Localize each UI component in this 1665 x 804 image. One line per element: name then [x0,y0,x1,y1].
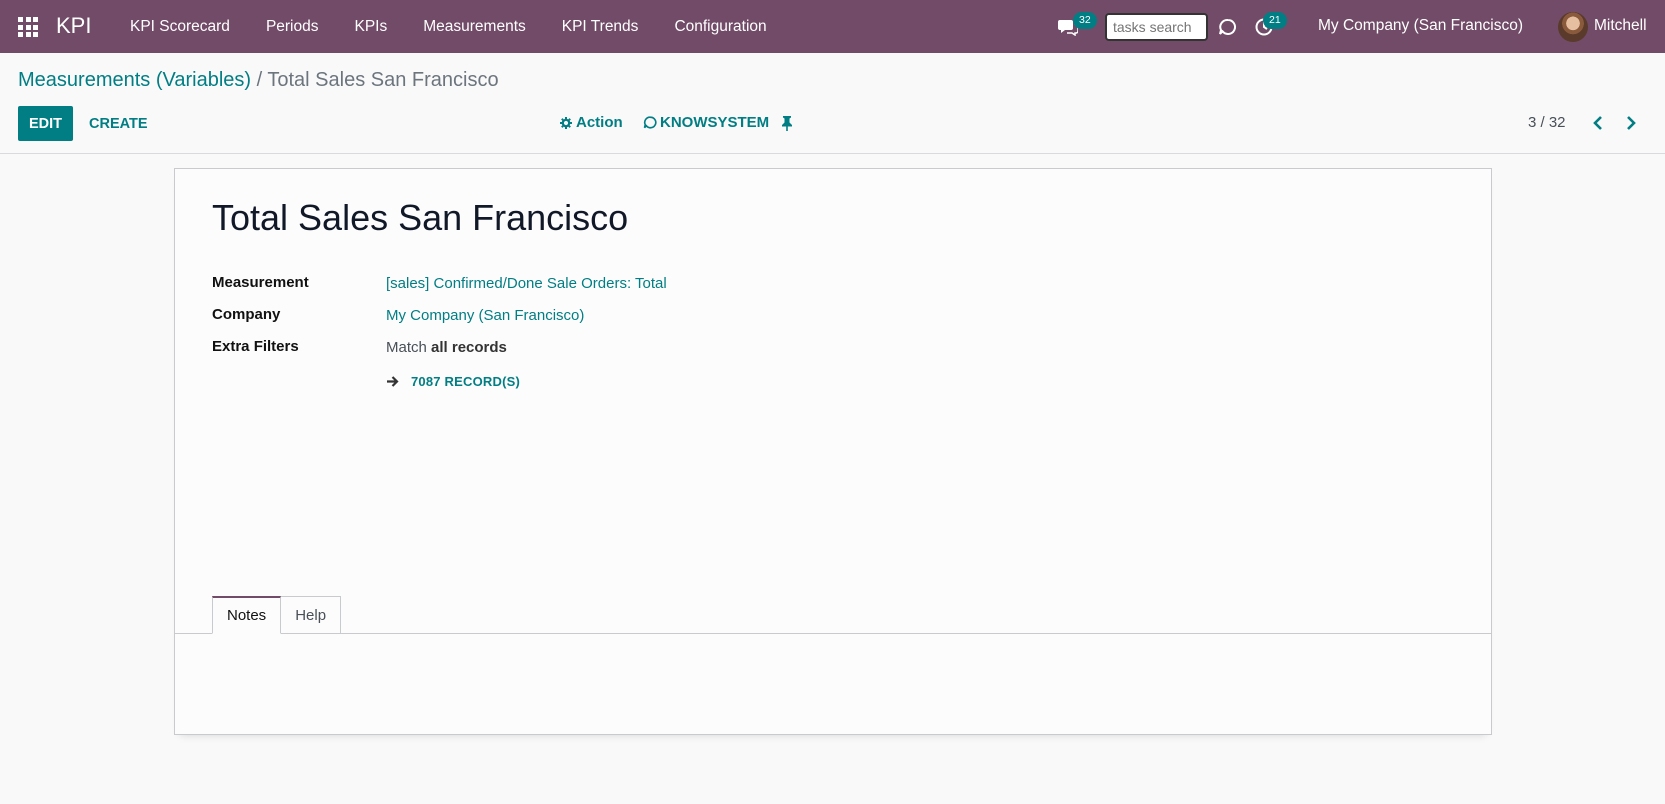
company-label: Company [212,306,281,323]
app-brand[interactable]: KPI [56,13,91,39]
form-sheet: Total Sales San Francisco Measurement [s… [174,168,1492,735]
knowsystem-label: KNOWSYSTEM [660,114,770,131]
main-menu: KPI Scorecard Periods KPIs Measurements … [112,0,785,53]
measurement-value-link[interactable]: [sales] Confirmed/Done Sale Orders: Tota… [386,275,667,292]
action-menu-button[interactable]: Action [560,114,623,131]
tab-notes[interactable]: Notes [212,596,282,634]
edit-button[interactable]: EDIT [18,106,73,141]
apps-grid-icon[interactable] [18,17,38,37]
create-button[interactable]: CREATE [81,106,156,141]
chevron-right-icon[interactable] [1623,114,1639,132]
breadcrumb-current: Total Sales San Francisco [267,69,499,91]
company-value-link[interactable]: My Company (San Francisco) [386,307,584,324]
record-title: Total Sales San Francisco [212,197,629,238]
user-avatar[interactable] [1558,12,1588,42]
records-count-link[interactable]: 7087 RECORD(S) [386,374,520,389]
user-menu[interactable]: Mitchell [1594,17,1647,35]
tabs-divider [175,633,1491,634]
company-switcher[interactable]: My Company (San Francisco) [1318,17,1523,35]
knowsystem-button[interactable]: KNOWSYSTEM [643,114,769,131]
tab-help[interactable]: Help [281,596,342,634]
tasks-search-input[interactable] [1105,13,1208,41]
extra-filters-prefix: Match [386,339,427,356]
extra-filters-label: Extra Filters [212,338,299,355]
extra-filters-domain: all records [431,339,507,356]
notebook-tabs: Notes Help [212,596,342,634]
menu-kpi-scorecard[interactable]: KPI Scorecard [112,18,248,36]
control-panel: Measurements (Variables) / Total Sales S… [0,53,1665,154]
arrow-right-icon [387,376,399,387]
chevron-left-icon[interactable] [1590,114,1606,132]
menu-measurements[interactable]: Measurements [405,18,544,36]
extra-filters-value: Match all records [386,339,507,356]
measurement-label: Measurement [212,274,309,291]
action-label: Action [576,114,623,131]
top-navbar: KPI KPI Scorecard Periods KPIs Measureme… [0,0,1665,53]
breadcrumb-parent-link[interactable]: Measurements (Variables) [18,69,251,91]
records-count-label: 7087 RECORD(S) [411,374,520,389]
menu-configuration[interactable]: Configuration [656,18,784,36]
messages-count-badge: 32 [1073,12,1097,29]
knowsystem-icon[interactable] [1218,17,1238,37]
menu-periods[interactable]: Periods [248,18,337,36]
menu-kpi-trends[interactable]: KPI Trends [544,18,657,36]
activities-count-badge: 21 [1263,12,1287,29]
pager-value[interactable]: 3 / 32 [1528,114,1566,131]
breadcrumb: Measurements (Variables) / Total Sales S… [18,69,499,92]
gear-icon [560,116,572,129]
pin-icon[interactable] [780,115,794,131]
menu-kpis[interactable]: KPIs [337,18,406,36]
breadcrumb-separator: / [256,69,263,91]
knowsystem-bubble-icon [643,116,657,129]
